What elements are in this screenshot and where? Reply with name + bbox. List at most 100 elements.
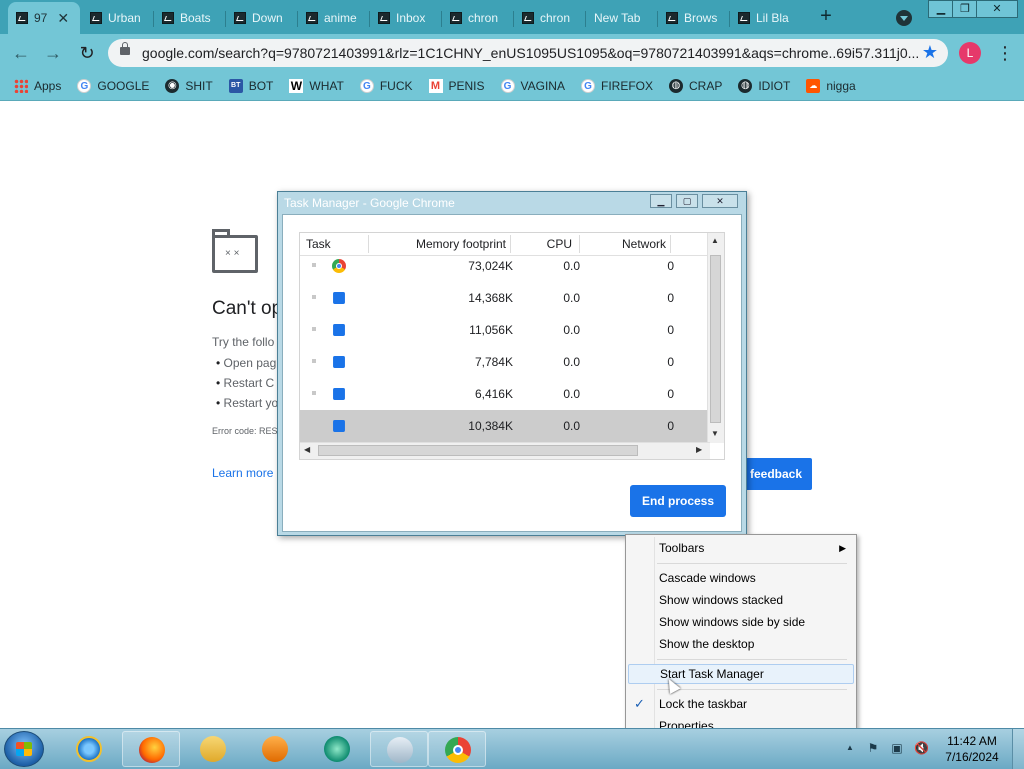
new-tab-plus-icon[interactable]: + [815, 6, 837, 28]
taskbar-app-firefox[interactable] [122, 731, 180, 767]
table-row[interactable]: 11,056K 0.0 0 [300, 314, 710, 346]
disk-utility-icon [387, 737, 413, 763]
bookmark-item[interactable]: ☁ nigga [798, 74, 863, 98]
tab-search-chevron-icon[interactable] [896, 10, 912, 26]
bookmark-item[interactable]: G VAGINA [493, 74, 573, 98]
menu-item-stacked[interactable]: Show windows stacked [628, 590, 854, 610]
reload-icon[interactable]: ↻ [76, 42, 98, 64]
bookmark-apps[interactable]: Apps [0, 74, 69, 98]
table-row-selected[interactable]: 10,384K 0.0 0 [300, 410, 710, 442]
task-manager-window[interactable]: Task Manager - Google Chrome ▁ ▢ ✕ Task … [277, 191, 747, 536]
scroll-up-arrow-icon[interactable]: ▲ [711, 236, 719, 245]
bt-icon: BT [228, 79, 243, 93]
menu-item-lock-taskbar[interactable]: ✓ Lock the taskbar [628, 694, 854, 714]
maximize-icon[interactable]: ▢ [676, 194, 698, 208]
scrollbar-thumb[interactable] [318, 445, 638, 456]
column-header-task[interactable]: Task [306, 237, 331, 251]
minimize-window-icon[interactable]: ▁ [928, 0, 954, 18]
table-row[interactable]: 14,368K 0.0 0 [300, 282, 710, 314]
minimize-icon[interactable]: ▁ [650, 194, 672, 208]
address-bar[interactable]: google.com/search?q=9780721403991&rlz=1C… [108, 39, 948, 67]
learn-more-link[interactable]: Learn more [212, 466, 273, 480]
close-window-icon[interactable]: ✕ [976, 0, 1018, 18]
bookmark-item[interactable]: G FUCK [352, 74, 421, 98]
show-desktop-button[interactable] [1012, 729, 1024, 769]
volume-muted-icon[interactable]: 🔇 [914, 741, 929, 755]
tab[interactable]: chron [442, 4, 514, 32]
lock-icon[interactable] [120, 42, 130, 55]
taskbar-context-menu: Toolbars ▶ Cascade windows Show windows … [625, 534, 857, 739]
taskbar-app-fish[interactable] [308, 731, 366, 767]
chrome-menu-icon[interactable]: ⋮ [996, 42, 1014, 64]
tab[interactable]: Boats [154, 4, 226, 32]
network-icon[interactable]: ▣ [890, 741, 904, 755]
menu-item-cascade[interactable]: Cascade windows [628, 568, 854, 588]
tab-close-icon[interactable]: ✕ [57, 10, 69, 27]
profile-avatar[interactable]: L [959, 42, 981, 64]
taskbar-app-media[interactable] [246, 731, 304, 767]
table-row[interactable]: 6,416K 0.0 0 [300, 378, 710, 410]
table-row[interactable]: 73,024K 0.0 0 [300, 250, 710, 282]
media-player-icon [262, 736, 288, 762]
internet-explorer-icon [76, 736, 102, 762]
forward-arrow-icon[interactable]: → [42, 42, 64, 64]
bookmark-star-icon[interactable]: ★ [922, 42, 938, 63]
scroll-down-arrow-icon[interactable]: ▼ [711, 429, 719, 438]
scroll-left-arrow-icon[interactable]: ◀ [304, 445, 310, 454]
tab[interactable]: Down [226, 4, 298, 32]
network-cell: 0 [667, 355, 674, 369]
tab[interactable]: chron [514, 4, 586, 32]
system-clock[interactable]: 11:42 AM 7/16/2024 [944, 733, 1000, 765]
tab[interactable]: anime [298, 4, 370, 32]
bookmark-item[interactable]: W WHAT [281, 74, 351, 98]
scroll-right-arrow-icon[interactable]: ▶ [696, 445, 702, 454]
taskbar-app-explorer[interactable] [184, 731, 242, 767]
taskbar-app-disk[interactable] [370, 731, 428, 767]
horizontal-scrollbar[interactable]: ◀ ▶ [300, 442, 710, 459]
bookmark-item[interactable]: G GOOGLE [69, 74, 157, 98]
bookmark-item[interactable]: ◉ SHIT [157, 74, 220, 98]
feedback-button[interactable]: feedback [740, 458, 812, 490]
tab[interactable]: Inbox [370, 4, 442, 32]
back-arrow-icon[interactable]: ← [10, 42, 32, 64]
error-title: Can't op [212, 298, 283, 319]
google-icon: G [77, 79, 92, 93]
menu-item-start-task-manager[interactable]: Start Task Manager [628, 664, 854, 684]
taskbar-app-chrome[interactable] [428, 731, 486, 767]
tab-active[interactable]: 97 ✕ [8, 2, 80, 34]
tab[interactable]: Lil Bla [730, 4, 802, 32]
column-header-memory[interactable]: Memory footprint [416, 237, 506, 251]
tab[interactable]: New Tab [586, 4, 658, 32]
url-text[interactable]: google.com/search?q=9780721403991&rlz=1C… [142, 45, 919, 61]
tab[interactable]: Brows [658, 4, 730, 32]
bookmark-item[interactable]: G FIREFOX [573, 74, 661, 98]
scrollbar-thumb[interactable] [710, 255, 721, 423]
menu-item-show-desktop[interactable]: Show the desktop [628, 634, 854, 654]
restore-window-icon[interactable]: ❐ [952, 0, 978, 18]
vertical-scrollbar[interactable]: ▲ ▼ [707, 233, 724, 443]
extension-puzzle-icon [333, 324, 345, 336]
end-process-button[interactable]: End process [630, 485, 726, 517]
menu-item-toolbars[interactable]: Toolbars ▶ [628, 538, 854, 558]
row-bullet [312, 263, 316, 267]
sad-folder-icon: × × [212, 229, 258, 273]
column-header-network[interactable]: Network [622, 237, 666, 251]
bookmark-item[interactable]: ◍ IDIOT [730, 74, 798, 98]
column-header-cpu[interactable]: CPU [547, 237, 572, 251]
tray-expand-arrow-icon[interactable]: ▲ [846, 743, 854, 752]
tab-label: Inbox [396, 11, 426, 25]
bookmark-item[interactable]: M PENIS [421, 74, 493, 98]
bookmark-item[interactable]: BT BOT [221, 74, 282, 98]
tab-label: anime [324, 11, 357, 25]
error-try-text: Try the follo [212, 335, 275, 349]
action-center-flag-icon[interactable]: ⚑ [866, 741, 880, 755]
table-row[interactable]: 7,784K 0.0 0 [300, 346, 710, 378]
menu-item-side-by-side[interactable]: Show windows side by side [628, 612, 854, 632]
taskbar-app-ie[interactable] [60, 731, 118, 767]
error-suggestions: Open pag Restart C Restart yo [216, 353, 279, 413]
row-bullet [312, 359, 316, 363]
start-button-windows-icon[interactable] [4, 731, 44, 767]
tab[interactable]: Urban [82, 4, 154, 32]
close-icon[interactable]: ✕ [702, 194, 738, 208]
bookmark-item[interactable]: ◍ CRAP [661, 74, 730, 98]
